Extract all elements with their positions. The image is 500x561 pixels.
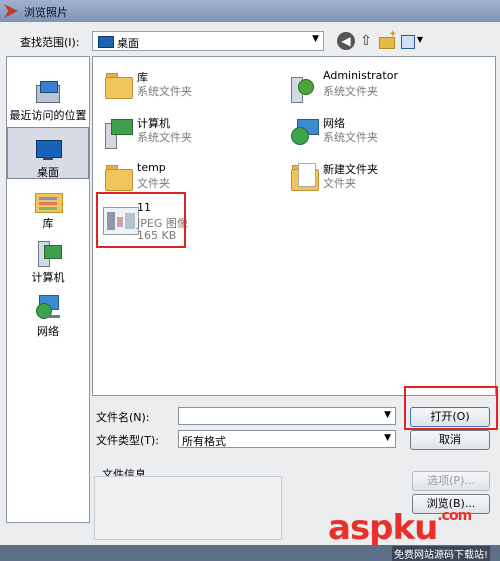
file-item-computer[interactable]: 计算机 系统文件夹 <box>97 113 277 153</box>
file-type: 系统文件夹 <box>137 85 192 98</box>
place-computer[interactable]: 计算机 <box>7 239 89 285</box>
title-bar: 浏览照片 <box>0 0 500 22</box>
up-arrow-icon: ⇧ <box>360 33 372 49</box>
sparkle-icon: ✦ <box>388 29 397 40</box>
view-grid-icon <box>401 35 415 49</box>
file-type: 系统文件夹 <box>323 131 378 144</box>
file-item-new-folder[interactable]: 新建文件夹 文件夹 <box>283 159 483 199</box>
file-type: 文件夹 <box>323 177 356 190</box>
file-name: 11 <box>137 201 151 214</box>
place-label: 库 <box>42 217 54 230</box>
lookin-combo[interactable]: 桌面 ▼ <box>92 31 324 51</box>
site-watermark: aspku.com <box>328 508 472 548</box>
file-item-jpeg[interactable]: 11 JPEG 图像 165 KB <box>97 199 277 247</box>
options-button[interactable]: 选项(P)... <box>412 471 490 491</box>
views-menu-button[interactable]: ▼ <box>399 32 423 50</box>
place-label: 计算机 <box>31 271 65 284</box>
file-size: 165 KB <box>137 229 177 242</box>
file-type: 系统文件夹 <box>323 85 378 98</box>
site-watermark-subtitle: 免费网站源码下载站! <box>392 546 491 561</box>
file-item-library[interactable]: 库 系统文件夹 <box>97 67 277 107</box>
app-icon <box>4 4 18 18</box>
computer-icon <box>34 239 62 267</box>
file-info-panel <box>94 476 282 540</box>
place-desktop[interactable]: 桌面 <box>7 127 89 179</box>
window-title: 浏览照片 <box>24 6 68 19</box>
file-type: 文件夹 <box>137 177 170 190</box>
back-button[interactable]: ◀ <box>337 32 355 50</box>
network-icon <box>34 293 62 321</box>
back-arrow-icon: ◀ <box>341 34 351 48</box>
place-label: 桌面 <box>37 166 59 179</box>
jpeg-thumbnail-icon <box>103 201 139 235</box>
chevron-down-icon: ▼ <box>416 35 423 44</box>
file-type: 系统文件夹 <box>137 131 192 144</box>
folder-icon <box>103 161 133 195</box>
places-bar: 最近访问的位置 桌面 库 计算机 网络 <box>6 56 90 523</box>
computer-icon <box>103 115 133 149</box>
library-folder-icon <box>103 69 133 103</box>
place-label: 最近访问的位置 <box>9 109 87 122</box>
new-folder-button[interactable]: ✦ <box>377 29 397 50</box>
lookin-value: 桌面 <box>117 37 139 50</box>
desktop-icon <box>98 36 114 48</box>
place-network[interactable]: 网络 <box>7 293 89 339</box>
library-icon <box>33 189 63 213</box>
desktop-icon <box>34 138 62 162</box>
cancel-button[interactable]: 取消 <box>410 430 490 450</box>
file-name: temp <box>137 161 166 174</box>
place-label: 网络 <box>37 325 59 338</box>
chevron-down-icon: ▼ <box>384 433 391 443</box>
up-one-level-button[interactable]: ⇧ <box>357 32 375 50</box>
place-recent[interactable]: 最近访问的位置 <box>7 79 89 123</box>
filetype-label: 文件类型(T): <box>96 434 160 447</box>
filename-label: 文件名(N): <box>96 411 150 424</box>
file-item-administrator[interactable]: Administrator 系统文件夹 <box>283 67 483 107</box>
user-folder-icon <box>289 69 319 103</box>
network-icon <box>289 115 319 149</box>
file-item-temp[interactable]: temp 文件夹 <box>97 159 277 199</box>
open-file-dialog: 查找范围(I): 桌面 ▼ ◀ ⇧ ✦ ▼ 最近访问的位置 桌面 库 计算机 网… <box>0 22 500 561</box>
open-button[interactable]: 打开(O) <box>410 407 490 427</box>
file-list: 库 系统文件夹 Administrator 系统文件夹 计算机 系统文件夹 网络… <box>92 56 496 396</box>
folder-icon <box>289 161 319 195</box>
recent-places-icon <box>34 79 62 105</box>
filename-input[interactable]: ▼ <box>178 407 396 425</box>
file-item-network[interactable]: 网络 系统文件夹 <box>283 113 483 153</box>
chevron-down-icon: ▼ <box>384 410 391 420</box>
lookin-label: 查找范围(I): <box>20 36 80 49</box>
place-library[interactable]: 库 <box>7 189 89 231</box>
chevron-down-icon: ▼ <box>312 34 319 44</box>
filetype-value: 所有格式 <box>182 435 226 448</box>
filetype-select[interactable]: 所有格式 ▼ <box>178 430 396 448</box>
file-name: Administrator <box>323 69 398 82</box>
